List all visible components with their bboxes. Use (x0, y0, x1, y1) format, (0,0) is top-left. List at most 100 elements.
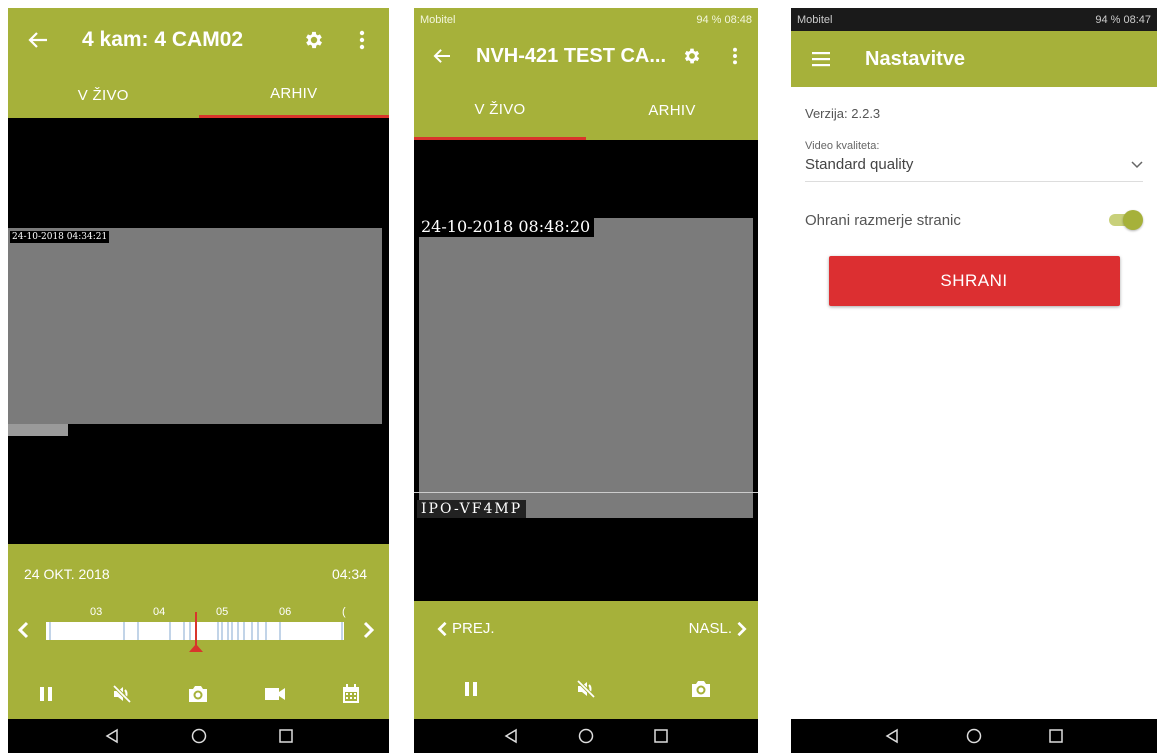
gear-icon (306, 31, 322, 49)
screen-settings: Mobitel 94 % 08:47 Nastavitve Verzija: 2… (791, 8, 1157, 753)
system-nav-bar (414, 719, 758, 753)
next-camera-button[interactable]: NASL. (689, 620, 748, 637)
playback-toolbar (414, 669, 758, 709)
arrow-left-icon (28, 32, 47, 48)
chevron-down-icon (1131, 160, 1143, 168)
video-quality-select[interactable]: Standard quality (805, 152, 1143, 182)
pause-button[interactable] (451, 669, 491, 709)
system-nav-bar (8, 719, 389, 753)
tab-bar: V ŽIVO ARHIV (414, 81, 758, 140)
status-carrier: Mobitel (797, 13, 833, 26)
app-bar: Nastavitve (791, 31, 1157, 87)
live-controls: PREJ. NASL. (414, 601, 758, 719)
timeline-tick: 06 (279, 606, 292, 618)
mute-button[interactable] (566, 669, 606, 709)
mute-icon (576, 679, 596, 699)
status-battery-time: 94 % 08:48 (696, 13, 752, 26)
mute-button[interactable] (102, 674, 142, 714)
pause-icon (40, 687, 53, 701)
tab-archive[interactable]: ARHIV (198, 72, 389, 118)
tab-archive[interactable]: ARHIV (586, 81, 758, 140)
timeline-tick: ( (342, 606, 346, 618)
status-bar: Mobitel 94 % 08:47 (791, 8, 1157, 31)
settings-button[interactable] (291, 8, 337, 72)
toggle-knob (1123, 210, 1143, 230)
back-button[interactable] (8, 8, 68, 72)
nav-back-icon[interactable] (884, 728, 900, 744)
archive-time: 04:34 (331, 566, 367, 582)
hamburger-menu-icon (812, 52, 830, 67)
prev-camera-button[interactable]: PREJ. (436, 620, 495, 637)
archive-date: 24 OKT. 2018 (24, 566, 110, 582)
video-feed (419, 218, 753, 518)
chevron-left-icon (437, 621, 447, 636)
pause-button[interactable] (26, 674, 66, 714)
nav-recents-icon[interactable] (1048, 728, 1064, 744)
nav-back-icon[interactable] (503, 728, 519, 744)
more-vertical-icon (733, 47, 737, 65)
video-icon (264, 688, 285, 700)
snapshot-button[interactable] (681, 669, 721, 709)
timeline-prev-button[interactable] (12, 618, 34, 642)
aspect-ratio-toggle[interactable] (1107, 210, 1143, 230)
status-battery-time: 94 % 08:47 (1095, 13, 1151, 26)
playback-toolbar (8, 674, 389, 714)
arrow-left-icon (433, 49, 450, 63)
pause-icon (465, 682, 478, 696)
more-vertical-icon (359, 30, 365, 50)
page-title: Nastavitve (865, 47, 966, 70)
osd-timestamp: 24-10-2018 04:34:21 (10, 231, 110, 243)
prev-camera-label: PREJ. (452, 620, 495, 637)
osd-camera-name: IPO-VF4MP (417, 500, 527, 518)
nav-home-icon[interactable] (191, 728, 207, 744)
settings-button[interactable] (672, 31, 712, 81)
settings-form: Verzija: 2.2.3 Video kvaliteta: Standard… (791, 106, 1157, 306)
timeline-cursor[interactable] (195, 612, 197, 648)
osd-timestamp: 24-10-2018 08:48:20 (417, 216, 595, 237)
nav-recents-icon[interactable] (278, 728, 294, 744)
timeline-cursor-marker (189, 644, 203, 652)
record-button[interactable] (255, 674, 295, 714)
calendar-button[interactable] (331, 674, 371, 714)
video-quality-value: Standard quality (805, 156, 914, 173)
status-carrier: Mobitel (420, 13, 456, 26)
system-nav-bar (791, 719, 1157, 753)
timeline-tick: 04 (153, 606, 166, 618)
timeline-tick: 03 (90, 606, 103, 618)
video-player[interactable]: 24-10-2018 08:48:20 IPO-VF4MP (414, 140, 758, 601)
screen-live: Mobitel 94 % 08:48 NVH-421 TEST CA... V … (414, 8, 758, 753)
mute-icon (113, 684, 132, 704)
video-quality-label: Video kvaliteta: (805, 140, 880, 152)
page-title: NVH-421 TEST CA... (476, 44, 667, 67)
archive-controls: 24 OKT. 2018 04:34 03 04 05 06 ( (8, 544, 389, 719)
tab-bar: V ŽIVO ARHIV (8, 72, 389, 118)
status-bar: Mobitel 94 % 08:48 (414, 8, 758, 31)
nav-back-icon[interactable] (104, 728, 120, 744)
tab-live[interactable]: V ŽIVO (8, 72, 199, 118)
back-button[interactable] (414, 31, 470, 81)
chevron-right-icon (363, 621, 375, 639)
nav-home-icon[interactable] (966, 728, 982, 744)
chevron-right-icon (737, 621, 747, 636)
video-feed (8, 228, 382, 424)
osd-camera-name (8, 424, 68, 436)
timeline-tick: 05 (216, 606, 229, 618)
more-menu-button[interactable] (346, 8, 378, 72)
aspect-ratio-label: Ohrani razmerje stranic (805, 211, 961, 229)
gear-icon (684, 48, 700, 64)
video-divider (414, 492, 758, 493)
video-player[interactable]: 24-10-2018 04:34:21 (8, 118, 389, 544)
timeline-next-button[interactable] (358, 618, 380, 642)
screen-archive: 4 kam: 4 CAM02 V ŽIVO ARHIV 24-10-2018 0… (8, 8, 389, 753)
nav-home-icon[interactable] (578, 728, 594, 744)
tab-live[interactable]: V ŽIVO (414, 81, 586, 140)
menu-button[interactable] (791, 31, 851, 87)
camera-icon (189, 686, 208, 702)
nav-recents-icon[interactable] (653, 728, 669, 744)
save-button[interactable]: SHRANI (828, 256, 1120, 306)
snapshot-button[interactable] (178, 674, 218, 714)
camera-icon (691, 681, 710, 697)
more-menu-button[interactable] (720, 31, 750, 81)
calendar-icon (342, 684, 359, 703)
app-version: Verzija: 2.2.3 (805, 106, 881, 121)
